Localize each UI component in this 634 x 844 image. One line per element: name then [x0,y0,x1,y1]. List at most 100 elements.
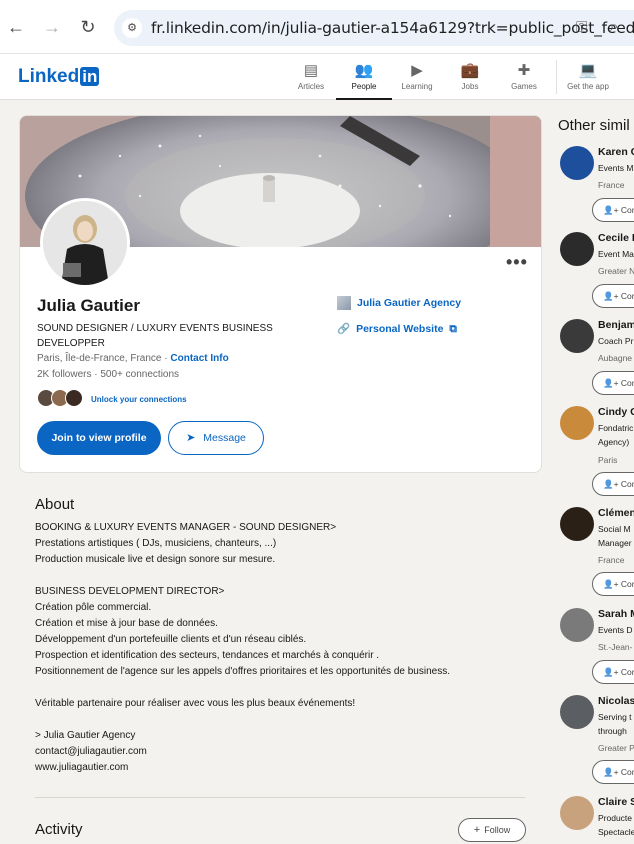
url-text[interactable]: fr.linkedin.com/in/julia-gautier-a154a61… [151,19,634,37]
connect-button[interactable]: 👤+ Con [592,472,634,496]
message-button[interactable]: ➤ Message [168,421,264,455]
send-icon: ➤ [186,432,196,444]
reload-icon[interactable]: ↻ [77,16,99,38]
connect-label: Con [620,667,634,677]
about-text: BOOKING & LUXURY EVENTS MANAGER - SOUND … [35,522,450,773]
add-person-icon: 👤+ [603,378,621,388]
person-headline: Event Ma [598,249,634,259]
connect-label: Con [620,767,634,777]
add-person-icon: 👤+ [603,579,621,589]
person-headline: Social M [598,524,631,534]
add-person-icon: 👤+ [603,205,621,215]
avatar [560,232,594,266]
connect-label: Con [620,291,634,301]
nav-learning[interactable]: ▶ Learning [389,62,445,91]
person-headline: Coach Pr [598,336,634,346]
address-bar[interactable]: ⚙ fr.linkedin.com/in/julia-gautier-a154a… [114,10,634,46]
person-location: France [598,555,625,565]
avatar [560,406,594,440]
person-headline: Serving t [598,712,632,722]
add-person-icon: 👤+ [603,667,621,677]
personal-website-link[interactable]: 🔗 Personal Website ⧉ [337,322,457,336]
person-headline: Producte [598,813,633,823]
followers-count: 2K followers [37,369,92,380]
back-arrow-icon[interactable]: ← [5,16,27,38]
connect-button[interactable]: 👤+ Con [592,284,634,308]
avatar [560,608,594,642]
connect-label: Con [620,479,634,489]
website-label: Personal Website [356,323,444,335]
jobs-icon: 💼 [460,62,480,79]
profile-headline: SOUND DESIGNER / LUXURY EVENTS BUSINESS … [37,323,273,349]
connect-button[interactable]: 👤+ Con [592,371,634,395]
nav-articles-label: Articles [297,82,325,91]
person-name: Nicolas [598,695,634,707]
connect-button[interactable]: 👤+ Con [592,760,634,784]
about-section: About BOOKING & LUXURY EVENTS MANAGER - … [19,484,542,844]
profile-name: Julia Gautier [37,296,140,315]
connect-button[interactable]: 👤+ Con [592,198,634,222]
profile-photo-illustration [43,201,127,285]
person-headline: Fondatric [598,423,634,433]
zoom-icon[interactable]: ⌕ [610,18,618,35]
connect-button[interactable]: 👤+ Con [592,572,634,596]
avatar [560,507,594,541]
avatar [560,695,594,729]
logo-text: Linked [18,66,80,87]
nav-jobs-label: Jobs [461,82,479,91]
nav-divider [556,60,557,94]
nav-learning-label: Learning [401,82,433,91]
add-person-icon: 👤+ [603,767,621,777]
person-headline-line2: through [598,726,627,736]
about-title: About [35,496,75,513]
add-person-icon: 👤+ [603,291,621,301]
avatar [65,389,83,407]
person-name: Clémen [598,507,634,519]
unlock-connections-link[interactable]: Unlock your connections [91,395,187,404]
external-link-icon: ⧉ [449,323,457,335]
location-text: Paris, Île-de-France, France [37,353,162,364]
message-button-label: Message [203,432,246,444]
join-to-view-profile-button[interactable]: Join to view profile [37,421,161,455]
separator-dot: · [164,353,168,364]
browser-toolbar: ← → ↻ ⚙ fr.linkedin.com/in/julia-gautier… [0,0,634,54]
more-options-icon[interactable]: ••• [506,252,528,273]
nav-people-label: People [351,82,377,91]
linkedin-header: Linked in ▤ Articles 👥 People ▶ Learning … [0,54,634,100]
person-headline-line2: Manager [598,538,632,548]
follow-button[interactable]: + Follow [458,818,526,842]
person-name: Cindy G [598,406,634,418]
mutual-connections-avatars [37,389,87,407]
person-name: Claire S [598,796,634,808]
agency-logo [337,296,351,310]
person-location: France [598,180,625,190]
articles-icon: ▤ [303,62,319,79]
connect-button[interactable]: 👤+ Con [592,660,634,684]
people-icon: 👥 [354,62,374,79]
nav-games[interactable]: ✚ Games [496,62,552,91]
separator-dot: · [94,369,98,380]
avatar [560,319,594,353]
nav-articles[interactable]: ▤ Articles [283,62,339,91]
forward-arrow-icon[interactable]: → [41,16,63,38]
person-headline: Events M [598,163,634,173]
connect-label: Con [620,205,634,215]
agency-link[interactable]: Julia Gautier Agency [337,296,461,310]
follow-button-label: Follow [484,825,511,835]
linkedin-logo[interactable]: Linked in [18,66,100,88]
profile-location: Paris, Île-de-France, France · Contact I… [37,353,229,364]
laptop-icon: 💻 [578,62,598,79]
nav-get-app-label: Get the app [567,82,609,91]
profile-card: ••• Julia Gautier SOUND DESIGNER / LUXUR… [19,115,542,473]
contact-info-link[interactable]: Contact Info [170,353,228,364]
avatar [560,146,594,180]
nav-people[interactable]: 👥 People [336,62,392,100]
link-icon: 🔗 [337,323,351,335]
person-location: Greater P [598,743,634,753]
key-icon[interactable]: ⚿ [576,19,587,36]
nav-jobs[interactable]: 💼 Jobs [442,62,498,91]
agency-name: Julia Gautier Agency [357,296,462,309]
nav-get-app[interactable]: 💻 Get the app [560,62,616,91]
add-person-icon: 👤+ [603,479,621,489]
tune-icon[interactable]: ⚙ [122,18,142,38]
